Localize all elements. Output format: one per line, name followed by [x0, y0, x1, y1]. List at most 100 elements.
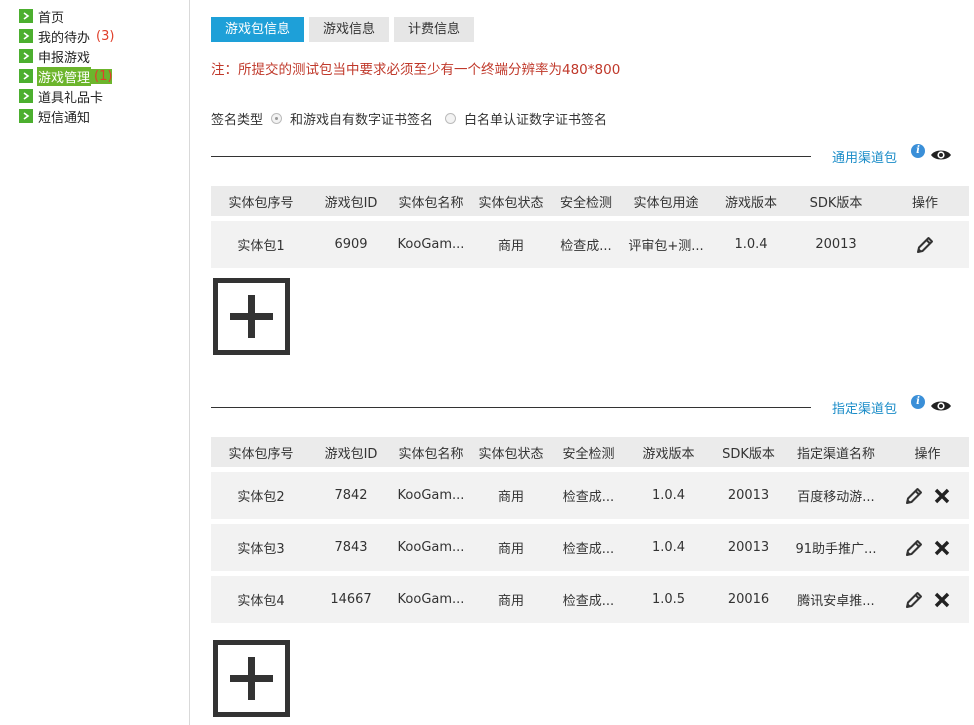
info-icon[interactable]: i: [911, 144, 925, 158]
sidebar-item-label: 游戏管理: [37, 66, 92, 86]
table-cell: 6909: [311, 216, 391, 268]
table-cell: KooGam...: [391, 571, 471, 623]
divider: [211, 156, 811, 157]
close-icon[interactable]: [932, 538, 952, 558]
table-cell: 商用: [471, 571, 551, 623]
table-cell: 检查成...: [551, 571, 626, 623]
table-cell: 检查成...: [551, 467, 626, 519]
table-cell: KooGam...: [391, 467, 471, 519]
column-header: 操作: [881, 186, 969, 216]
sidebar-item-label: 我的待办: [38, 30, 91, 46]
table-cell: 14667: [311, 571, 391, 623]
pencil-icon[interactable]: [904, 590, 924, 610]
chevron-right-icon: [19, 89, 33, 103]
signature-option1-radio[interactable]: [271, 113, 283, 124]
table-cell: KooGam...: [391, 216, 471, 268]
table-cell: 20016: [711, 571, 786, 623]
close-icon[interactable]: [932, 486, 952, 506]
column-header: 实体包名称: [391, 186, 471, 216]
sidebar-item-count: (1): [91, 68, 113, 84]
table-row: 实体包2 7842 KooGam... 商用 检查成... 1.0.4 20013 百度移动游…: [211, 467, 969, 519]
table-cell: 腾讯安卓推...: [786, 571, 886, 623]
column-header: 安全检测: [551, 437, 626, 467]
column-header: 操作: [886, 437, 969, 467]
column-header: SDK版本: [711, 437, 786, 467]
general-section-header: 通用渠道包 i: [211, 144, 969, 167]
table-cell: 百度移动游...: [786, 467, 886, 519]
column-header: 实体包状态: [471, 186, 551, 216]
eye-icon[interactable]: [930, 399, 952, 413]
column-header: 实体包状态: [471, 437, 551, 467]
actions-cell: [886, 571, 969, 623]
chevron-right-icon: [19, 29, 33, 43]
general-package-table: 实体包序号 游戏包ID 实体包名称 实体包状态 安全检测 实体包用途 游戏版本 SDK版本 操作…: [211, 186, 969, 268]
tab-bar: 游戏包信息 游戏信息 计费信息: [211, 17, 479, 42]
add-specific-package-button[interactable]: [213, 640, 290, 717]
close-icon[interactable]: [932, 590, 952, 610]
general-channel-link[interactable]: 通用渠道包: [832, 147, 897, 166]
actions-cell: [886, 519, 969, 571]
column-header: 实体包序号: [211, 437, 311, 467]
tab-game-info[interactable]: 游戏信息: [309, 17, 390, 42]
sidebar-item[interactable]: 首页: [0, 6, 189, 26]
sidebar-item[interactable]: 道具礼品卡: [0, 86, 189, 106]
table-cell: 1.0.5: [626, 571, 711, 623]
table-cell: 实体包4: [211, 571, 311, 623]
signature-option2-label[interactable]: 白名单认证数字证书签名: [464, 109, 607, 128]
signature-option1-label[interactable]: 和游戏自有数字证书签名: [290, 109, 433, 128]
table-cell: 7843: [311, 519, 391, 571]
notice-text: 注：所提交的测试包当中要求必须至少有一个终端分辨率为480*800: [211, 62, 621, 78]
table-cell: 实体包3: [211, 519, 311, 571]
table-cell: 1.0.4: [711, 216, 791, 268]
column-header: 实体包序号: [211, 186, 311, 216]
sidebar-item[interactable]: 游戏管理 (1): [0, 66, 189, 86]
table-row: 实体包1 6909 KooGam... 商用 检查成... 评审包+测... 1.0.4 20…: [211, 216, 969, 268]
sidebar-item[interactable]: 我的待办 (3): [0, 26, 189, 46]
sidebar: 首页 我的待办 (3) 申报游戏 游戏管理 (1) 道具礼品卡 短信通知: [0, 0, 190, 725]
table-cell: 7842: [311, 467, 391, 519]
column-header: 指定渠道名称: [786, 437, 886, 467]
table-cell: 20013: [791, 216, 881, 268]
info-icon[interactable]: i: [911, 395, 925, 409]
table-row: 实体包4 14667 KooGam... 商用 检查成... 1.0.5 20016 腾讯安卓…: [211, 571, 969, 623]
table-cell: 实体包1: [211, 216, 311, 268]
sidebar-item[interactable]: 短信通知: [0, 106, 189, 126]
table-cell: 商用: [471, 216, 551, 268]
sidebar-item[interactable]: 申报游戏: [0, 46, 189, 66]
add-general-package-button[interactable]: [213, 278, 290, 355]
pencil-icon[interactable]: [915, 235, 935, 255]
column-header: SDK版本: [791, 186, 881, 216]
specific-section-header: 指定渠道包 i: [211, 395, 969, 418]
chevron-right-icon: [19, 9, 33, 23]
signature-option2-radio[interactable]: [445, 113, 457, 124]
table-cell: 实体包2: [211, 467, 311, 519]
table-cell: KooGam...: [391, 519, 471, 571]
specific-channel-link[interactable]: 指定渠道包: [832, 398, 897, 417]
divider: [211, 407, 811, 408]
column-header: 游戏包ID: [311, 186, 391, 216]
tab-package-info[interactable]: 游戏包信息: [211, 17, 305, 42]
signature-type-row: 签名类型 和游戏自有数字证书签名 白名单认证数字证书签名: [211, 109, 607, 128]
chevron-right-icon: [19, 69, 33, 83]
column-header: 游戏包ID: [311, 437, 391, 467]
pencil-icon[interactable]: [904, 486, 924, 506]
table-cell: 91助手推广...: [786, 519, 886, 571]
table-cell: 1.0.4: [626, 519, 711, 571]
sidebar-item-label: 申报游戏: [38, 50, 91, 66]
table-cell: 检查成...: [551, 519, 626, 571]
table-cell: 检查成...: [551, 216, 621, 268]
tab-billing-info[interactable]: 计费信息: [394, 17, 475, 42]
table-row: 实体包3 7843 KooGam... 商用 检查成... 1.0.4 20013 91助手推…: [211, 519, 969, 571]
actions-cell: [886, 467, 969, 519]
sidebar-item-label: 首页: [38, 10, 65, 26]
signature-type-label: 签名类型: [211, 113, 264, 128]
column-header: 实体包名称: [391, 437, 471, 467]
sidebar-item-label: 道具礼品卡: [38, 90, 104, 106]
chevron-right-icon: [19, 109, 33, 123]
pencil-icon[interactable]: [904, 538, 924, 558]
table-cell: 20013: [711, 519, 786, 571]
table-cell: 商用: [471, 519, 551, 571]
column-header: 实体包用途: [621, 186, 711, 216]
main-content: 游戏包信息 游戏信息 计费信息 注：所提交的测试包当中要求必须至少有一个终端分辨…: [211, 0, 969, 725]
eye-icon[interactable]: [930, 148, 952, 162]
